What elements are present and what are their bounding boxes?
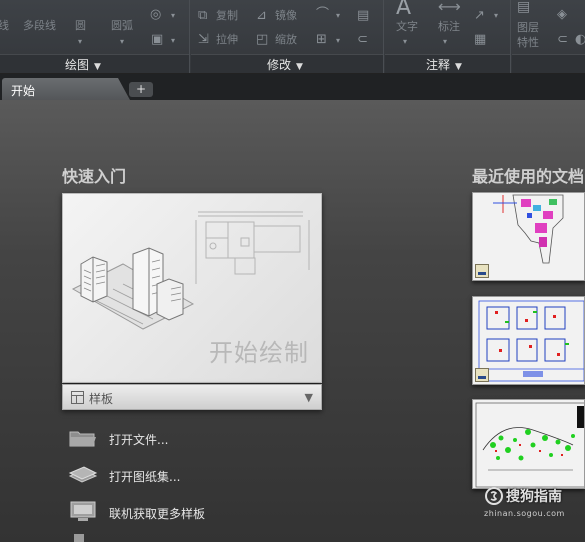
ribbon-separator — [383, 0, 384, 73]
text-tool-label[interactable]: 文字 — [396, 21, 418, 33]
sample-icon — [74, 534, 84, 542]
chevron-down-icon[interactable]: ▾ — [403, 35, 407, 49]
scale-tool-label[interactable]: 缩放 — [275, 34, 297, 46]
mirror-icon[interactable]: ⊿ — [256, 9, 267, 23]
monitor-icon — [70, 501, 96, 521]
copy-icon[interactable]: ⧉ — [198, 9, 207, 23]
tab-start[interactable]: 开始 — [2, 78, 130, 100]
ribbon-separator — [510, 0, 511, 73]
offset-icon[interactable]: ⊂ — [357, 33, 368, 47]
drawing-preview — [493, 194, 564, 264]
rectangle-icon[interactable]: ▣ — [151, 33, 163, 47]
chevron-down-icon: ▼ — [304, 391, 313, 404]
watermark-text: 搜狗指南 — [506, 489, 562, 505]
stretch-icon[interactable]: ⇲ — [198, 33, 209, 47]
polyline-tool-label[interactable]: 多段线 — [23, 20, 56, 32]
sogou-watermark: 搜狗指南 zhinan.sogou.com — [484, 486, 584, 530]
new-tab-button[interactable]: + — [129, 82, 153, 97]
dwg-file-icon — [475, 264, 489, 278]
start-drawing-card[interactable]: 开始绘制 — [62, 193, 322, 383]
chevron-down-icon: ▼ — [94, 62, 101, 72]
sample-drawings-link[interactable] — [68, 534, 318, 542]
document-tab-bar: 开始 + — [0, 74, 585, 100]
watermark-url: zhinan.sogou.com — [484, 509, 565, 518]
stretch-tool-label[interactable]: 拉伸 — [216, 34, 238, 46]
ribbon: 线 多段线 圆 ▾ 圆弧 ▾ ◎ ▾ ▣ ▾ ⧉ 复制 ⊿ 镜像 ⌒ ▾ ▤ ⇲… — [0, 0, 585, 74]
open-files-label: 打开文件... — [109, 433, 169, 447]
layer-icon[interactable]: ◈ — [557, 8, 567, 22]
chevron-down-icon[interactable]: ▾ — [336, 34, 340, 48]
fillet-icon[interactable]: ⌒ — [316, 8, 329, 22]
ellipse-icon[interactable]: ◎ — [150, 8, 161, 22]
chevron-down-icon[interactable]: ▾ — [78, 35, 82, 49]
table-icon[interactable]: ▦ — [474, 33, 486, 47]
scale-icon[interactable]: ◰ — [256, 33, 268, 47]
drawing-preview — [475, 402, 584, 488]
layer-off-icon[interactable]: ◐ — [575, 33, 585, 47]
chevron-down-icon: ▼ — [455, 62, 462, 72]
chevron-down-icon: ▼ — [296, 62, 303, 72]
array-icon[interactable]: ▤ — [357, 9, 369, 23]
circle-tool-label[interactable]: 圆 — [75, 20, 86, 32]
ribbon-separator — [189, 0, 190, 73]
layer-toggle-icon[interactable]: ⊂ — [557, 33, 568, 47]
tab-start-label: 开始 — [11, 84, 36, 98]
chevron-down-icon[interactable]: ▾ — [120, 35, 124, 49]
chevron-down-icon[interactable]: ▾ — [171, 9, 175, 23]
mirror-tool-label[interactable]: 镜像 — [275, 10, 297, 22]
annotation-panel-label[interactable]: 注释 ▼ — [426, 56, 462, 73]
chevron-down-icon[interactable]: ▾ — [443, 35, 447, 49]
chevron-down-icon[interactable]: ▾ — [336, 9, 340, 23]
open-files-link[interactable]: 打开文件... — [68, 425, 318, 451]
modify-panel-label[interactable]: 修改 ▼ — [267, 56, 303, 73]
dimension-icon[interactable]: ⟷ — [438, 0, 461, 15]
dwg-file-icon — [475, 368, 489, 382]
template-icon — [71, 391, 84, 404]
online-templates-link[interactable]: 联机获取更多样板 — [68, 499, 318, 525]
text-icon[interactable]: A — [396, 0, 411, 19]
template-dropdown[interactable]: 样板 ▼ — [62, 384, 322, 410]
template-label: 样板 — [89, 392, 114, 406]
recent-document-thumbnail[interactable] — [472, 296, 585, 385]
layer-panel-bar[interactable] — [512, 54, 585, 73]
rectangular-array-icon[interactable]: ⊞ — [316, 33, 327, 47]
layer-properties-label-2[interactable]: 特性 — [517, 37, 539, 49]
folder-icon — [69, 431, 96, 447]
recent-documents-title: 最近使用的文档 — [472, 167, 585, 186]
open-sheet-set-label: 打开图纸集... — [109, 470, 181, 484]
drawing-preview — [478, 300, 584, 382]
recent-document-thumbnail[interactable] — [472, 192, 585, 281]
start-page: 快速入门 开始绘制 样板 ▼ 打开文件... 打开图纸集... 联机获取更多样板… — [0, 100, 585, 542]
copy-tool-label[interactable]: 复制 — [216, 10, 238, 22]
open-sheet-set-link[interactable]: 打开图纸集... — [68, 462, 318, 488]
layer-properties-icon[interactable]: ▤ — [517, 0, 530, 14]
quick-start-title: 快速入门 — [62, 167, 127, 186]
layer-properties-label[interactable]: 图层 — [517, 22, 539, 34]
sheet-set-icon — [68, 466, 98, 483]
leader-icon[interactable]: ↗ — [474, 9, 485, 23]
online-templates-label: 联机获取更多样板 — [109, 507, 206, 521]
chevron-down-icon[interactable]: ▾ — [171, 34, 175, 48]
line-tool-label[interactable]: 线 — [0, 20, 9, 32]
sogou-logo-icon — [485, 487, 503, 505]
draw-panel-label[interactable]: 绘图 ▼ — [65, 56, 101, 73]
chevron-down-icon[interactable]: ▾ — [494, 9, 498, 23]
start-drawing-label: 开始绘制 — [209, 339, 309, 367]
recent-document-thumbnail[interactable] — [472, 399, 585, 489]
arc-tool-label[interactable]: 圆弧 — [111, 20, 133, 32]
dimension-tool-label[interactable]: 标注 — [438, 21, 460, 33]
